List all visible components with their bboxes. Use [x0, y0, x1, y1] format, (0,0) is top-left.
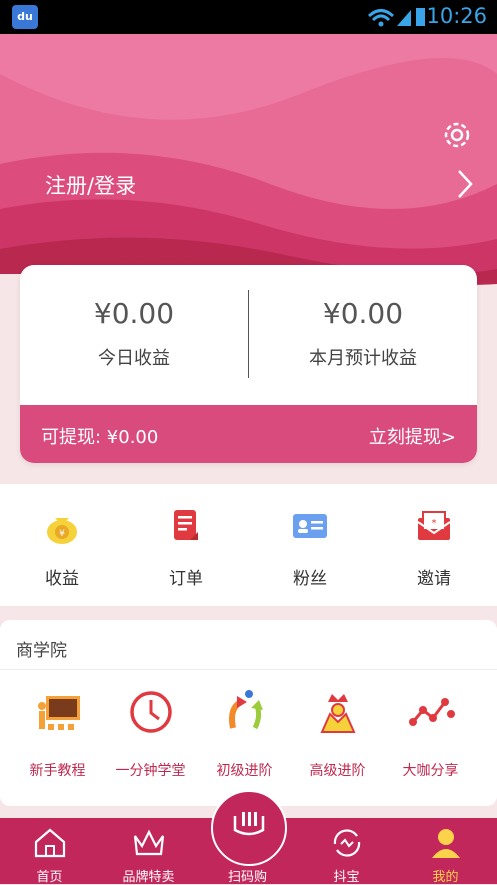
month-earnings-value: ¥0.00	[322, 297, 404, 330]
signal-icons	[367, 6, 427, 32]
quick-item-label: 邀请	[417, 569, 451, 589]
quick-menu: ¥ 收益 订单 粉丝 * 邀请	[0, 484, 497, 606]
month-earnings-label: 本月预计收益	[309, 348, 417, 369]
today-earnings-value: ¥0.00	[93, 297, 175, 330]
section-title: 商学院	[16, 641, 67, 661]
home-icon	[32, 826, 68, 860]
baidu-app-icon: du	[12, 5, 38, 29]
withdraw-bar: 可提现: ¥0.00 立刻提现>	[20, 405, 477, 463]
svg-text:*: *	[432, 518, 437, 529]
user-icon	[428, 826, 464, 860]
section-divider	[0, 669, 497, 670]
tab-label: 抖宝	[333, 870, 360, 885]
chevron-right-icon[interactable]	[454, 168, 476, 200]
month-earnings: ¥0.00 本月预计收益	[249, 297, 477, 370]
clock-icon	[127, 688, 175, 736]
crown-icon	[131, 826, 167, 860]
school-item-label: 新手教程	[29, 763, 86, 779]
login-register-link[interactable]: 注册/登录	[45, 170, 136, 200]
quick-item-label: 订单	[169, 569, 203, 589]
svg-text:¥: ¥	[59, 529, 65, 539]
quick-item-label: 收益	[45, 569, 79, 589]
share-nodes-icon	[407, 688, 455, 736]
settings-gear-icon[interactable]	[440, 118, 474, 152]
withdraw-now-button[interactable]: 立刻提现>	[369, 423, 456, 449]
crown-person-icon	[314, 688, 362, 736]
tab-doubao[interactable]: 抖宝	[297, 818, 396, 885]
school-item-one-minute-class[interactable]: 一分钟学堂	[101, 680, 200, 780]
school-item-junior-advance[interactable]: 初级进阶	[195, 680, 294, 780]
earnings-card: ¥0.00 今日收益 ¥0.00 本月预计收益 可提现: ¥0.00 立刻提现>	[20, 265, 477, 463]
progress-arrows-icon	[221, 688, 269, 736]
today-earnings-label: 今日收益	[98, 348, 170, 369]
fans-card-icon	[290, 506, 330, 546]
tab-home[interactable]: 首页	[0, 818, 99, 885]
school-item-label: 高级进阶	[309, 763, 366, 779]
tab-label: 品牌特卖	[122, 870, 175, 885]
withdrawable-amount: 可提现: ¥0.00	[41, 427, 159, 448]
quick-item-invite[interactable]: * 邀请	[372, 484, 496, 589]
business-school-section: 商学院 新手教程 一分钟学堂 初级进阶 高级进阶 大咖分享	[0, 620, 497, 806]
school-item-beginner-tutorial[interactable]: 新手教程	[8, 680, 107, 780]
refresh-icon	[329, 826, 365, 860]
school-item-label: 一分钟学堂	[115, 763, 186, 779]
clock-time: 10:26	[426, 4, 487, 28]
tab-mine[interactable]: 我的	[396, 818, 495, 885]
today-earnings: ¥0.00 今日收益	[20, 297, 248, 370]
tab-label: 我的	[432, 870, 459, 885]
tab-brand-sale[interactable]: 品牌特卖	[99, 818, 198, 885]
school-item-label: 大咖分享	[402, 763, 459, 779]
quick-item-fans[interactable]: 粉丝	[248, 484, 372, 589]
tab-label: 扫码购	[227, 870, 267, 885]
school-item-label: 初级进阶	[216, 763, 273, 779]
teacher-board-icon	[34, 688, 82, 736]
money-bag-icon: ¥	[42, 506, 82, 546]
scan-button[interactable]	[211, 790, 287, 866]
school-item-expert-sharing[interactable]: 大咖分享	[381, 680, 480, 780]
quick-item-label: 粉丝	[293, 569, 327, 589]
invite-envelope-icon: *	[414, 506, 454, 546]
quick-item-earnings[interactable]: ¥ 收益	[0, 484, 124, 589]
tab-label: 首页	[36, 870, 63, 885]
status-bar: du 10:26	[0, 0, 497, 34]
order-list-icon	[166, 506, 206, 546]
school-item-senior-advance[interactable]: 高级进阶	[288, 680, 387, 780]
quick-item-orders[interactable]: 订单	[124, 484, 248, 589]
